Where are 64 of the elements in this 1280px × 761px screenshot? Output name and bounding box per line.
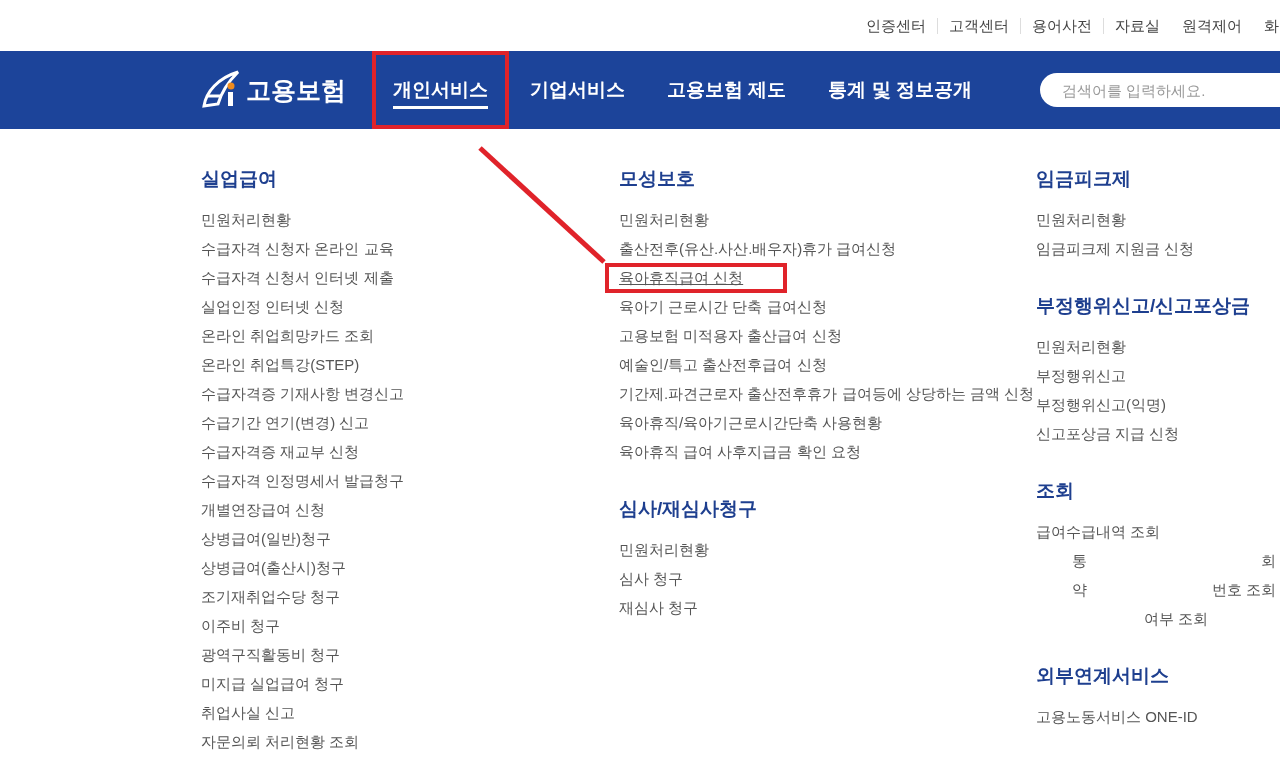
- nav-tab[interactable]: 개인서비스: [372, 51, 509, 129]
- menu-link[interactable]: 온라인 취업특강(STEP): [201, 350, 360, 379]
- menu-link[interactable]: 민원처리현황: [201, 205, 291, 234]
- menu-link-fragment[interactable]: 약: [1072, 575, 1087, 604]
- menu-link-fragment[interactable]: 회: [1261, 546, 1276, 575]
- menu-link[interactable]: 취업사실 신고: [201, 698, 296, 727]
- menu-link[interactable]: 재심사 청구: [619, 593, 699, 622]
- menu-link[interactable]: 민원처리현황: [1036, 205, 1126, 234]
- menu-link-fragment[interactable]: 번호 조회: [1211, 575, 1276, 604]
- search-field[interactable]: 검색어를 입력하세요.: [1040, 73, 1280, 107]
- menu-link[interactable]: 온라인 취업희망카드 조회: [201, 321, 375, 350]
- menu-link[interactable]: 수급자격 인정명세서 발급청구: [201, 466, 405, 495]
- logo-icon: [200, 70, 242, 110]
- menu-link[interactable]: 예술인/특고 출산전후급여 신청: [619, 350, 827, 379]
- menu-link[interactable]: 신고포상금 지급 신청: [1036, 419, 1180, 448]
- section-heading: 임금피크제: [1036, 167, 1132, 191]
- menu-link[interactable]: 고용보험 미적용자 출산급여 신청: [619, 321, 842, 350]
- nav-tab[interactable]: 통계 및 정보공개: [807, 51, 993, 129]
- menu-link[interactable]: 수급자격증 기재사항 변경신고: [201, 379, 405, 408]
- menu-link[interactable]: 기간제.파견근로자 출산전후휴가 급여등에 상당하는 금액 신청: [619, 379, 1034, 408]
- menu-link[interactable]: 출산전후(유산.사산.배우자)휴가 급여신청: [619, 234, 897, 263]
- menu-link[interactable]: 민원처리현황: [619, 205, 709, 234]
- nav-tab[interactable]: 기업서비스: [509, 51, 646, 129]
- utility-link[interactable]: 용어사전: [1021, 17, 1104, 34]
- menu-link[interactable]: 상병급여(출산시)청구: [201, 553, 346, 582]
- section-heading: 외부연계서비스: [1036, 664, 1170, 688]
- menu-link[interactable]: 조기재취업수당 청구: [201, 582, 341, 611]
- menu-link[interactable]: 상병급여(일반)청구: [201, 524, 331, 553]
- menu-link[interactable]: 민원처리현황: [619, 535, 709, 564]
- menu-link[interactable]: 고용노동서비스 ONE-ID: [1036, 702, 1198, 731]
- menu-link[interactable]: 부정행위신고(익명): [1036, 390, 1166, 419]
- nav-tab[interactable]: 고용보험 제도: [646, 51, 808, 129]
- section-heading: 모성보호: [619, 167, 696, 191]
- utility-link[interactable]: 인증센터: [855, 17, 938, 34]
- menu-link[interactable]: 실업인정 인터넷 신청: [201, 292, 345, 321]
- menu-link[interactable]: 수급자격 신청자 온라인 교육: [201, 234, 394, 263]
- menu-link[interactable]: 육아휴직/육아기근로시간단축 사용현황: [619, 408, 883, 437]
- menu-link[interactable]: 육아기 근로시간 단축 급여신청: [619, 292, 827, 321]
- menu-link[interactable]: 급여수급내역 조회: [1036, 517, 1161, 546]
- menu-link[interactable]: 광역구직활동비 청구: [201, 640, 341, 669]
- menu-link[interactable]: 민원처리현황: [1036, 332, 1126, 361]
- menu-link[interactable]: 미지급 실업급여 청구: [201, 669, 345, 698]
- menu-link[interactable]: 육아휴직 급여 사후지급금 확인 요청: [619, 437, 861, 466]
- menu-link[interactable]: 자문의뢰 처리현황 조회: [201, 727, 360, 756]
- menu-link-fragment[interactable]: 여부 조회: [1144, 604, 1209, 633]
- utility-link[interactable]: 고객센터: [938, 17, 1021, 34]
- utility-link[interactable]: 화: [1253, 17, 1280, 34]
- menu-link-fragment[interactable]: 통: [1072, 546, 1087, 575]
- menu-link[interactable]: 수급자격증 재교부 신청: [201, 437, 360, 466]
- menu-link[interactable]: 임금피크제 지원금 신청: [1036, 234, 1195, 263]
- menu-link[interactable]: 심사 청구: [619, 564, 684, 593]
- utility-link[interactable]: 자료실: [1104, 17, 1171, 34]
- menu-link[interactable]: 개별연장급여 신청: [201, 495, 326, 524]
- section-heading: 조회: [1036, 479, 1075, 503]
- logo-text: 고용보험: [246, 74, 346, 106]
- menu-link[interactable]: 이주비 청구: [201, 611, 281, 640]
- menu-link[interactable]: 수급기간 연기(변경) 신고: [201, 408, 370, 437]
- section-heading: 실업급여: [201, 167, 278, 191]
- utility-link[interactable]: 원격제어: [1171, 17, 1253, 34]
- menu-link[interactable]: 수급자격 신청서 인터넷 제출: [201, 263, 394, 292]
- section-heading: 심사/재심사청구: [619, 497, 759, 521]
- section-heading: 부정행위신고/신고포상금: [1036, 294, 1252, 318]
- menu-link[interactable]: 부정행위신고: [1036, 361, 1126, 390]
- menu-link[interactable]: 육아휴직급여 신청: [605, 262, 788, 293]
